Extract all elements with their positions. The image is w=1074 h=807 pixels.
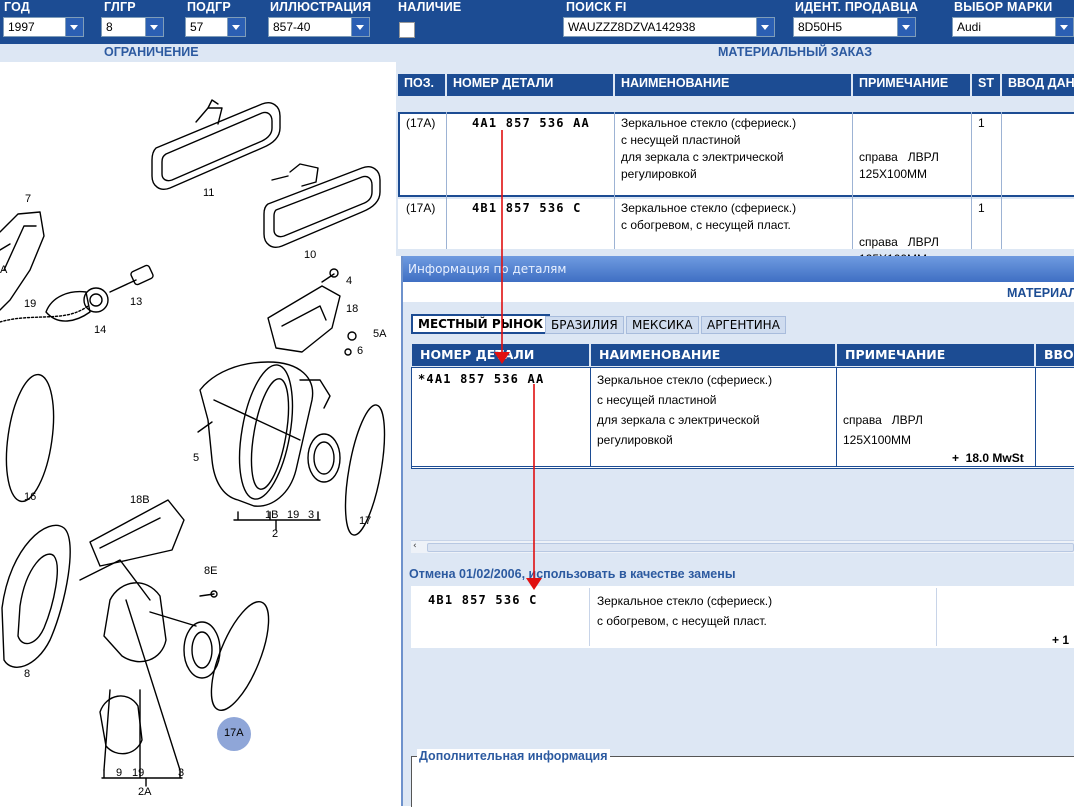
annotation-arrows: [494, 130, 542, 590]
arrow-head-2: [526, 578, 542, 590]
arrow-head-1: [494, 352, 510, 364]
